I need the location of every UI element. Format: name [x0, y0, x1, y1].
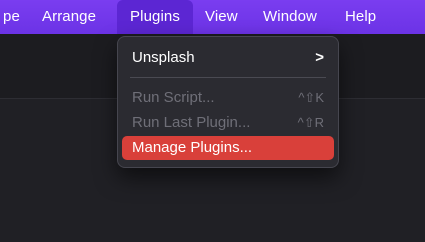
menu-item-label: Unsplash	[132, 49, 195, 66]
plugins-dropdown-menu: Unsplash > Run Script... ^⇧K Run Last Pl…	[117, 36, 339, 168]
shortcut-label: ^⇧K	[298, 90, 324, 105]
menu-separator	[130, 77, 326, 78]
menu-help[interactable]: Help	[345, 0, 376, 34]
menu-item-manage-plugins[interactable]: Manage Plugins...	[122, 136, 334, 160]
menu-view[interactable]: View	[205, 0, 238, 34]
menu-shape[interactable]: pe	[3, 0, 20, 34]
menu-arrange[interactable]: Arrange	[42, 0, 96, 34]
menu-bar: pe Arrange Plugins View Window Help	[0, 0, 425, 35]
menu-item-run-last-plugin[interactable]: Run Last Plugin... ^⇧R	[122, 111, 334, 135]
menu-item-run-script[interactable]: Run Script... ^⇧K	[122, 86, 334, 110]
menu-item-unsplash[interactable]: Unsplash >	[122, 46, 334, 70]
chevron-right-icon: >	[315, 49, 324, 66]
menu-item-label: Manage Plugins...	[132, 139, 253, 156]
menu-plugins[interactable]: Plugins	[117, 0, 193, 34]
menu-window[interactable]: Window	[263, 0, 317, 34]
shortcut-label: ^⇧R	[297, 115, 324, 130]
menu-item-label: Run Script...	[132, 89, 215, 106]
menu-item-label: Run Last Plugin...	[132, 114, 251, 131]
